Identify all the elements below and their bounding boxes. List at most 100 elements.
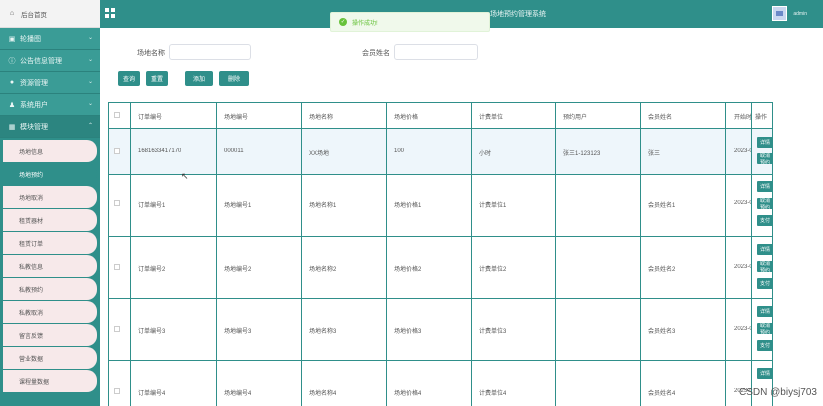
- row-checkbox[interactable]: [114, 148, 120, 154]
- pay-button[interactable]: 支付: [757, 340, 773, 351]
- cell-venue-no: 场地编号3: [224, 329, 252, 335]
- cell-price: 场地价格3: [394, 329, 422, 335]
- cell-start: 2023-0: [734, 148, 751, 154]
- cell-order-no: 订单编号3: [138, 329, 166, 335]
- sidebar-menu-label: 资源管理: [20, 79, 48, 87]
- menu-toggle-icon[interactable]: [105, 8, 115, 18]
- sidebar-menu-label: 公告信息管理: [20, 57, 62, 65]
- chevron-down-icon: ⌄: [87, 57, 93, 63]
- avatar[interactable]: [772, 6, 787, 21]
- venue-name-input[interactable]: [169, 44, 251, 60]
- cell-member: 会员姓名3: [648, 329, 676, 335]
- cell-venue-name: 场地名称4: [309, 391, 337, 397]
- cell-unit: 计费单位1: [479, 203, 507, 209]
- cell-member: 张三: [648, 151, 661, 157]
- sidebar-item-coach-booking[interactable]: 私教预约: [3, 278, 97, 300]
- cell-start: 2023-0: [734, 264, 751, 270]
- sidebar-item-rental-orders[interactable]: 租赁订单: [3, 232, 97, 254]
- row-checkbox[interactable]: [114, 326, 120, 332]
- sidebar-item-equipment[interactable]: 租赁器材: [3, 209, 97, 231]
- member-name-label: 会员姓名: [362, 50, 390, 57]
- cell-user: 张三1-123123: [563, 151, 601, 157]
- sidebar-item-venue-info[interactable]: 场地信息: [3, 140, 97, 162]
- sidebar-item-venue-booking[interactable]: 场地预约: [3, 163, 97, 185]
- sidebar-menu-label: 轮播图: [20, 35, 41, 43]
- cell-unit: 计费单位4: [479, 391, 507, 397]
- pay-button[interactable]: 支付: [757, 215, 773, 226]
- mouse-cursor-icon: ↖: [181, 171, 189, 181]
- row-checkbox[interactable]: [114, 200, 120, 206]
- image-icon: ▣: [8, 35, 16, 43]
- cell-start: 2023-0: [734, 200, 751, 206]
- check-circle-icon: ✓: [339, 18, 347, 26]
- sidebar-item-coach-cancel[interactable]: 私教取消: [3, 301, 97, 323]
- reset-button[interactable]: 重置: [146, 71, 168, 86]
- cell-venue-no: 场地编号4: [224, 391, 252, 397]
- cell-member: 会员姓名4: [648, 391, 676, 397]
- col-header: 计费单位: [479, 115, 504, 121]
- sidebar-item-venue-cancel[interactable]: 场地取消: [3, 186, 97, 208]
- sidebar-menu-users[interactable]: ♟ 系统用户 ⌄: [0, 94, 100, 116]
- detail-button[interactable]: 详情: [757, 368, 773, 379]
- cell-member: 会员姓名2: [648, 267, 676, 273]
- sidebar-item-course-data[interactable]: 课程量数据: [3, 370, 97, 392]
- detail-button[interactable]: 详情: [757, 137, 773, 148]
- sidebar-menu-notice[interactable]: ⓘ 公告信息管理 ⌄: [0, 50, 100, 72]
- row-checkbox[interactable]: [114, 264, 120, 270]
- cell-venue-name: 场地名称1: [309, 203, 337, 209]
- cell-order-no: 订单编号2: [138, 267, 166, 273]
- chevron-down-icon: ⌄: [87, 79, 93, 85]
- sidebar-item-coach-info[interactable]: 私教信息: [3, 255, 97, 277]
- col-header: 场地名称: [309, 115, 334, 121]
- user-icon: ♟: [8, 101, 16, 109]
- col-header: 订单编号: [138, 115, 163, 121]
- cell-unit: 计费单位2: [479, 267, 507, 273]
- sidebar-home-label: 后台首页: [21, 11, 47, 19]
- cell-venue-no: 场地编号1: [224, 203, 252, 209]
- watermark: CSDN @biysj703: [739, 387, 817, 398]
- delete-button[interactable]: 删除: [219, 71, 249, 86]
- member-name-input[interactable]: [394, 44, 478, 60]
- select-all-checkbox[interactable]: [114, 112, 120, 118]
- sidebar-menu-resources[interactable]: ● 资源管理 ⌄: [0, 72, 100, 94]
- sidebar-home[interactable]: ⌂ 后台首页: [0, 0, 100, 28]
- pay-button[interactable]: 支付: [757, 278, 773, 289]
- detail-button[interactable]: 详情: [757, 244, 773, 255]
- cell-unit: 小时: [479, 151, 492, 157]
- cancel-booking-button[interactable]: 取消预约: [757, 323, 773, 336]
- chevron-down-icon: ⌄: [87, 101, 93, 107]
- chevron-down-icon: ⌄: [87, 35, 93, 41]
- user-name[interactable]: admin: [793, 11, 807, 17]
- row-checkbox[interactable]: [114, 388, 120, 394]
- table-row-highlight: [108, 128, 773, 174]
- cell-order-no: 订单编号1: [138, 203, 166, 209]
- sidebar-menu-banner[interactable]: ▣ 轮播图 ⌄: [0, 28, 100, 50]
- add-button[interactable]: 添加: [185, 71, 213, 86]
- cancel-booking-button[interactable]: 取消预约: [757, 198, 773, 211]
- col-header: 预约用户: [563, 115, 588, 121]
- cancel-booking-button[interactable]: 取消预约: [757, 261, 773, 274]
- cell-venue-no: 场地编号2: [224, 267, 252, 273]
- info-icon: ⓘ: [8, 57, 16, 65]
- sidebar-item-feedback[interactable]: 留言反馈: [3, 324, 97, 346]
- home-icon: ⌂: [9, 10, 15, 17]
- sidebar-item-business-data[interactable]: 营业数据: [3, 347, 97, 369]
- cell-order-no: 1681633417170: [138, 148, 182, 154]
- venue-name-label: 场地名称: [137, 50, 165, 57]
- success-toast: ✓ 操作成功!: [330, 12, 490, 32]
- detail-button[interactable]: 详情: [757, 306, 773, 317]
- query-button[interactable]: 查询: [118, 71, 140, 86]
- sidebar-menu-modules[interactable]: ▦ 模块管理 ⌃: [0, 116, 100, 138]
- app-title: 场地预约管理系统: [490, 11, 546, 18]
- cell-price: 100: [394, 148, 405, 154]
- cell-venue-name: 场地名称2: [309, 267, 337, 273]
- cell-order-no: 订单编号4: [138, 391, 166, 397]
- cancel-booking-button[interactable]: 取消预约: [757, 153, 773, 166]
- cell-venue-no: 000011: [224, 148, 244, 154]
- cell-price: 场地价格4: [394, 391, 422, 397]
- cell-venue-name: 场地名称3: [309, 329, 337, 335]
- detail-button[interactable]: 详情: [757, 181, 773, 192]
- chevron-up-icon: ⌃: [87, 123, 93, 129]
- col-header: 开始时间: [734, 115, 751, 121]
- toast-message: 操作成功!: [352, 20, 378, 27]
